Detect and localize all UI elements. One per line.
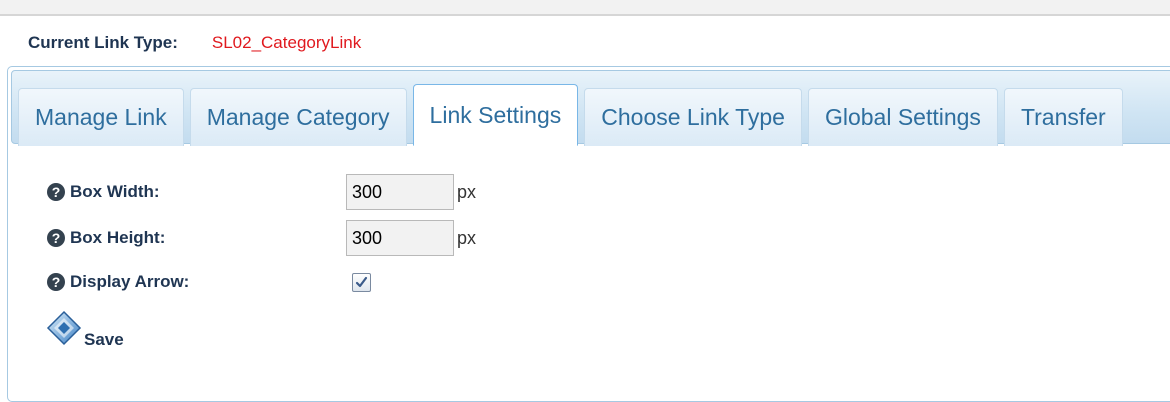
help-icon[interactable]: ?	[47, 183, 65, 201]
tab-manage-category[interactable]: Manage Category	[189, 88, 407, 146]
save-button[interactable]: Save	[46, 310, 124, 349]
box-width-row: ? Box Width: px	[47, 174, 476, 210]
tab-global-settings[interactable]: Global Settings	[807, 88, 998, 146]
box-width-unit: px	[457, 181, 477, 202]
current-link-type-label: Current Link Type:	[28, 33, 178, 52]
save-icon	[46, 310, 82, 346]
box-width-label: Box Width:	[70, 182, 160, 201]
checkmark-icon	[355, 276, 368, 287]
display-arrow-label: Display Arrow:	[70, 272, 190, 291]
tab-list: Manage Link Manage Category Link Setting…	[18, 84, 1123, 146]
tab-bar: Manage Link Manage Category Link Setting…	[11, 70, 1170, 146]
current-link-type-value: SL02_CategoryLink	[211, 33, 362, 52]
tab-link-settings[interactable]: Link Settings	[412, 84, 579, 146]
help-icon[interactable]: ?	[47, 273, 65, 291]
top-bar	[0, 0, 1170, 16]
box-height-unit: px	[457, 227, 477, 248]
box-height-label: Box Height:	[70, 228, 166, 247]
box-height-input[interactable]	[346, 220, 454, 256]
box-height-row: ? Box Height: px	[47, 220, 476, 256]
tab-manage-link[interactable]: Manage Link	[18, 88, 184, 146]
current-link-type: Current Link Type: SL02_CategoryLink	[28, 32, 361, 54]
help-icon[interactable]: ?	[47, 229, 65, 247]
box-width-input[interactable]	[346, 174, 454, 210]
tab-transfer[interactable]: Transfer	[1003, 88, 1123, 146]
display-arrow-checkbox[interactable]	[352, 272, 371, 292]
display-arrow-row: ? Display Arrow:	[47, 264, 371, 300]
tab-choose-link-type[interactable]: Choose Link Type	[584, 88, 802, 146]
save-label: Save	[84, 330, 124, 349]
